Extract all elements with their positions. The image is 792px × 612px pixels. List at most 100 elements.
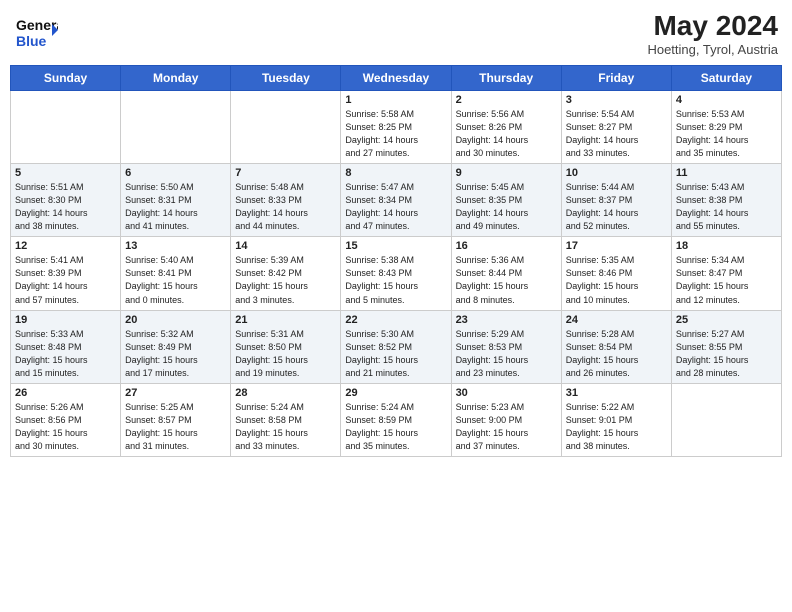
col-saturday: Saturday xyxy=(671,66,781,91)
logo-svg: General Blue xyxy=(14,10,58,54)
calendar-cell: 16 Sunrise: 5:36 AM Sunset: 8:44 PM Dayli… xyxy=(451,237,561,310)
day-number: 13 xyxy=(125,240,226,252)
day-number: 7 xyxy=(235,167,336,179)
svg-text:General: General xyxy=(16,17,58,33)
day-number: 29 xyxy=(345,387,446,399)
week-row-3: 12 Sunrise: 5:41 AM Sunset: 8:39 PM Dayli… xyxy=(11,237,782,310)
day-number: 26 xyxy=(15,387,116,399)
day-number: 31 xyxy=(566,387,667,399)
calendar-cell: 26 Sunrise: 5:26 AM Sunset: 8:56 PM Dayli… xyxy=(11,383,121,456)
day-info: Sunrise: 5:56 AM Sunset: 8:26 PM Dayligh… xyxy=(456,108,557,160)
day-info: Sunrise: 5:31 AM Sunset: 8:50 PM Dayligh… xyxy=(235,328,336,380)
day-number: 5 xyxy=(15,167,116,179)
calendar-table: Sunday Monday Tuesday Wednesday Thursday… xyxy=(10,65,782,457)
day-info: Sunrise: 5:29 AM Sunset: 8:53 PM Dayligh… xyxy=(456,328,557,380)
day-info: Sunrise: 5:30 AM Sunset: 8:52 PM Dayligh… xyxy=(345,328,446,380)
day-info: Sunrise: 5:54 AM Sunset: 8:27 PM Dayligh… xyxy=(566,108,667,160)
col-thursday: Thursday xyxy=(451,66,561,91)
calendar-cell: 27 Sunrise: 5:25 AM Sunset: 8:57 PM Dayli… xyxy=(121,383,231,456)
day-number: 25 xyxy=(676,314,777,326)
svg-text:Blue: Blue xyxy=(16,33,47,49)
calendar-cell xyxy=(671,383,781,456)
day-number: 27 xyxy=(125,387,226,399)
week-row-1: 1 Sunrise: 5:58 AM Sunset: 8:25 PM Daylig… xyxy=(11,91,782,164)
calendar-cell: 6 Sunrise: 5:50 AM Sunset: 8:31 PM Daylig… xyxy=(121,164,231,237)
day-info: Sunrise: 5:23 AM Sunset: 9:00 PM Dayligh… xyxy=(456,401,557,453)
day-number: 24 xyxy=(566,314,667,326)
calendar-cell: 11Sunrise: 5:43 AM Sunset: 8:38 PM Dayli… xyxy=(671,164,781,237)
day-number: 20 xyxy=(125,314,226,326)
day-info: Sunrise: 5:47 AM Sunset: 8:34 PM Dayligh… xyxy=(345,181,446,233)
day-info: Sunrise: 5:48 AM Sunset: 8:33 PM Dayligh… xyxy=(235,181,336,233)
day-number: 15 xyxy=(345,240,446,252)
day-info: Sunrise: 5:50 AM Sunset: 8:31 PM Dayligh… xyxy=(125,181,226,233)
day-number: 30 xyxy=(456,387,557,399)
day-info: Sunrise: 5:38 AM Sunset: 8:43 PM Dayligh… xyxy=(345,254,446,306)
calendar-cell: 8Sunrise: 5:47 AM Sunset: 8:34 PM Daylig… xyxy=(341,164,451,237)
day-info: Sunrise: 5:39 AM Sunset: 8:42 PM Dayligh… xyxy=(235,254,336,306)
day-number: 6 xyxy=(125,167,226,179)
day-number: 28 xyxy=(235,387,336,399)
day-info: Sunrise: 5:41 AM Sunset: 8:39 PM Dayligh… xyxy=(15,254,116,306)
calendar-cell: 13 Sunrise: 5:40 AM Sunset: 8:41 PM Dayli… xyxy=(121,237,231,310)
day-number: 19 xyxy=(15,314,116,326)
col-tuesday: Tuesday xyxy=(231,66,341,91)
calendar-cell: 12 Sunrise: 5:41 AM Sunset: 8:39 PM Dayli… xyxy=(11,237,121,310)
col-monday: Monday xyxy=(121,66,231,91)
day-number: 21 xyxy=(235,314,336,326)
logo: General Blue xyxy=(14,10,58,54)
day-info: Sunrise: 5:45 AM Sunset: 8:35 PM Dayligh… xyxy=(456,181,557,233)
calendar-cell: 30 Sunrise: 5:23 AM Sunset: 9:00 PM Dayli… xyxy=(451,383,561,456)
calendar-cell: 9Sunrise: 5:45 AM Sunset: 8:35 PM Daylig… xyxy=(451,164,561,237)
day-info: Sunrise: 5:36 AM Sunset: 8:44 PM Dayligh… xyxy=(456,254,557,306)
day-number: 1 xyxy=(345,94,446,106)
calendar-cell xyxy=(11,91,121,164)
calendar-cell: 1 Sunrise: 5:58 AM Sunset: 8:25 PM Daylig… xyxy=(341,91,451,164)
calendar-cell: 2Sunrise: 5:56 AM Sunset: 8:26 PM Daylig… xyxy=(451,91,561,164)
calendar-cell: 4 Sunrise: 5:53 AM Sunset: 8:29 PM Daylig… xyxy=(671,91,781,164)
calendar-cell xyxy=(231,91,341,164)
calendar-cell: 23Sunrise: 5:29 AM Sunset: 8:53 PM Dayli… xyxy=(451,310,561,383)
week-row-2: 5 Sunrise: 5:51 AM Sunset: 8:30 PM Daylig… xyxy=(11,164,782,237)
col-friday: Friday xyxy=(561,66,671,91)
day-number: 12 xyxy=(15,240,116,252)
day-info: Sunrise: 5:51 AM Sunset: 8:30 PM Dayligh… xyxy=(15,181,116,233)
day-info: Sunrise: 5:35 AM Sunset: 8:46 PM Dayligh… xyxy=(566,254,667,306)
calendar-cell: 28 Sunrise: 5:24 AM Sunset: 8:58 PM Dayli… xyxy=(231,383,341,456)
day-info: Sunrise: 5:25 AM Sunset: 8:57 PM Dayligh… xyxy=(125,401,226,453)
day-info: Sunrise: 5:53 AM Sunset: 8:29 PM Dayligh… xyxy=(676,108,777,160)
calendar-cell: 24 Sunrise: 5:28 AM Sunset: 8:54 PM Dayli… xyxy=(561,310,671,383)
day-number: 3 xyxy=(566,94,667,106)
day-number: 16 xyxy=(456,240,557,252)
day-info: Sunrise: 5:44 AM Sunset: 8:37 PM Dayligh… xyxy=(566,181,667,233)
calendar-cell: 25Sunrise: 5:27 AM Sunset: 8:55 PM Dayli… xyxy=(671,310,781,383)
day-number: 17 xyxy=(566,240,667,252)
day-info: Sunrise: 5:26 AM Sunset: 8:56 PM Dayligh… xyxy=(15,401,116,453)
col-wednesday: Wednesday xyxy=(341,66,451,91)
title-block: May 2024 Hoetting, Tyrol, Austria xyxy=(647,10,778,57)
header: General Blue May 2024 Hoetting, Tyrol, A… xyxy=(10,10,782,57)
day-info: Sunrise: 5:34 AM Sunset: 8:47 PM Dayligh… xyxy=(676,254,777,306)
calendar-cell: 3 Sunrise: 5:54 AM Sunset: 8:27 PM Daylig… xyxy=(561,91,671,164)
calendar-cell: 18 Sunrise: 5:34 AM Sunset: 8:47 PM Dayli… xyxy=(671,237,781,310)
day-number: 18 xyxy=(676,240,777,252)
location: Hoetting, Tyrol, Austria xyxy=(647,42,778,57)
week-row-5: 26 Sunrise: 5:26 AM Sunset: 8:56 PM Dayli… xyxy=(11,383,782,456)
calendar-cell: 17 Sunrise: 5:35 AM Sunset: 8:46 PM Dayli… xyxy=(561,237,671,310)
calendar-cell: 15 Sunrise: 5:38 AM Sunset: 8:43 PM Dayli… xyxy=(341,237,451,310)
day-info: Sunrise: 5:58 AM Sunset: 8:25 PM Dayligh… xyxy=(345,108,446,160)
month-year: May 2024 xyxy=(647,10,778,42)
day-info: Sunrise: 5:43 AM Sunset: 8:38 PM Dayligh… xyxy=(676,181,777,233)
day-info: Sunrise: 5:32 AM Sunset: 8:49 PM Dayligh… xyxy=(125,328,226,380)
calendar-cell: 19Sunrise: 5:33 AM Sunset: 8:48 PM Dayli… xyxy=(11,310,121,383)
calendar-cell: 20 Sunrise: 5:32 AM Sunset: 8:49 PM Dayli… xyxy=(121,310,231,383)
col-sunday: Sunday xyxy=(11,66,121,91)
calendar-cell: 21 Sunrise: 5:31 AM Sunset: 8:50 PM Dayli… xyxy=(231,310,341,383)
calendar-cell: 22Sunrise: 5:30 AM Sunset: 8:52 PM Dayli… xyxy=(341,310,451,383)
calendar-cell: 10Sunrise: 5:44 AM Sunset: 8:37 PM Dayli… xyxy=(561,164,671,237)
day-number: 4 xyxy=(676,94,777,106)
day-info: Sunrise: 5:40 AM Sunset: 8:41 PM Dayligh… xyxy=(125,254,226,306)
day-info: Sunrise: 5:28 AM Sunset: 8:54 PM Dayligh… xyxy=(566,328,667,380)
calendar-header-row: Sunday Monday Tuesday Wednesday Thursday… xyxy=(11,66,782,91)
day-info: Sunrise: 5:24 AM Sunset: 8:58 PM Dayligh… xyxy=(235,401,336,453)
